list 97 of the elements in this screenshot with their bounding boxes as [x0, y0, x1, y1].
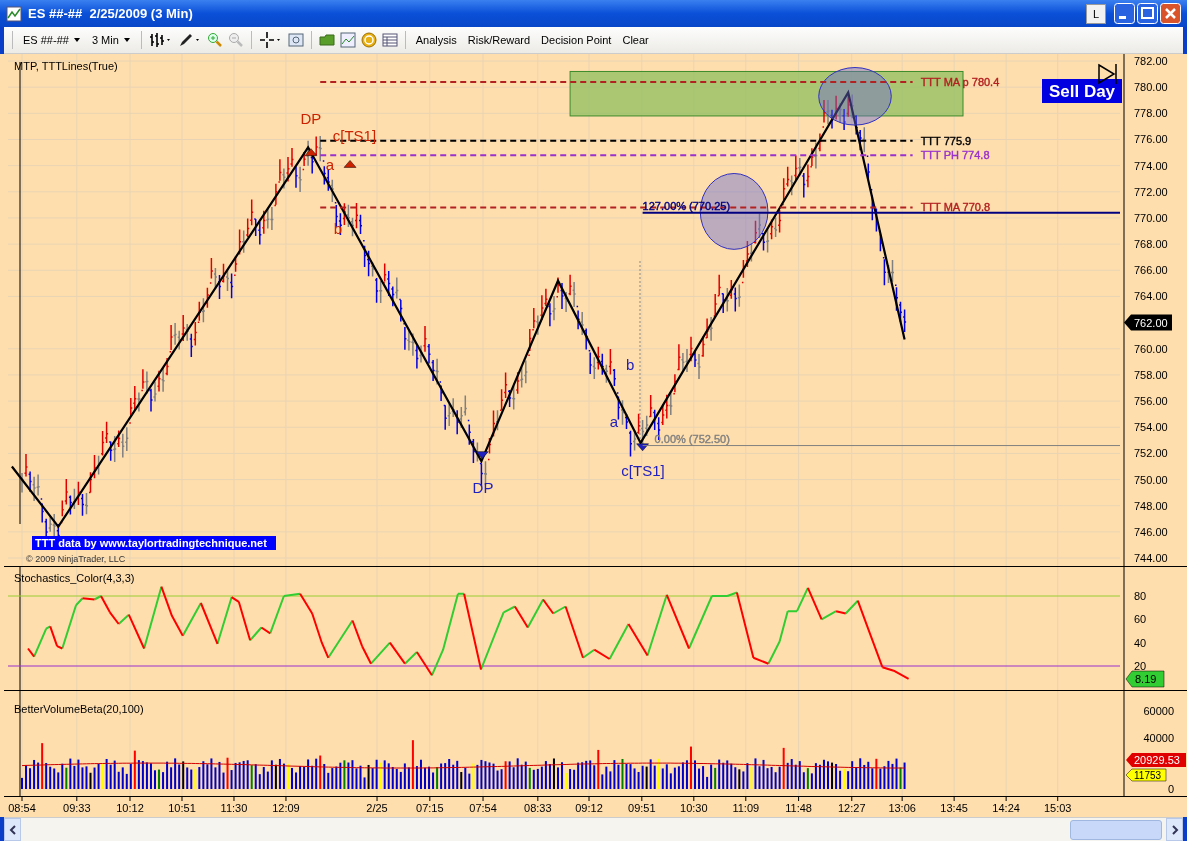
toolbar-menu-item[interactable]: Risk/Reward — [464, 34, 534, 47]
price-axis-label: 764.00 — [1134, 290, 1168, 303]
scroll-thumb[interactable] — [1070, 820, 1162, 840]
properties-icon[interactable] — [287, 32, 304, 49]
price-axis-label: 750.00 — [1134, 473, 1168, 486]
price-axis-label: 774.00 — [1134, 159, 1168, 172]
window-title: ES ##-## 2/25/2009 (3 Min) — [28, 6, 193, 22]
panel-label: MTP, TTTLines(True) — [14, 60, 118, 72]
stochastic-axis-label: 40 — [1134, 636, 1147, 649]
credit-badge: TTT data by www.taylortradingtechnique.net — [32, 536, 276, 550]
skip-to-end-icon[interactable] — [1098, 63, 1117, 85]
table-icon[interactable] — [381, 32, 398, 49]
level-label: TTT 775.9 — [920, 134, 972, 147]
time-axis-label: 07:15 — [416, 802, 444, 814]
triangle-marker — [636, 443, 649, 452]
stochastic-axis-label: 20 — [1134, 660, 1147, 672]
pattern-label: c[TS1] — [621, 461, 665, 479]
time-axis-label: 15:03 — [1043, 802, 1072, 814]
toolbar-menu-item[interactable]: Analysis — [412, 34, 460, 47]
time-axis-label: 09:51 — [628, 802, 656, 814]
price-axis-label: 748.00 — [1134, 499, 1168, 512]
time-axis-label: 13:45 — [940, 802, 968, 814]
level-label: TTT MA 770.8 — [920, 201, 991, 214]
last-volume-tag: 11753 — [1125, 768, 1167, 782]
time-axis-label: 09:33 — [63, 802, 91, 814]
toolbar-menu-item[interactable]: Clear — [619, 34, 652, 47]
time-axis-label: 12:27 — [838, 802, 866, 814]
level-label: TTT PH 774.8 — [920, 149, 990, 162]
chart-icon[interactable] — [339, 32, 356, 49]
price-axis-label: 768.00 — [1134, 238, 1168, 251]
time-axis-label: 11:09 — [732, 802, 760, 814]
pattern-label: a — [325, 155, 335, 173]
price-axis-label: 758.00 — [1134, 368, 1168, 381]
coin-icon[interactable] — [360, 32, 377, 49]
last-price-tag: 762.00 — [1124, 314, 1172, 331]
triangle-marker — [304, 148, 318, 156]
triangle-marker — [476, 451, 489, 459]
time-axis-label: 13:06 — [888, 802, 916, 814]
panel-label: Stochastics_Color(4,3,3) — [14, 572, 135, 584]
folder-icon[interactable] — [318, 32, 335, 49]
link-button[interactable]: L — [1086, 3, 1106, 24]
time-axis-label: 14:24 — [992, 802, 1020, 814]
triangle-marker — [343, 160, 357, 168]
price-axis-label: 776.00 — [1134, 133, 1168, 146]
stochastic-axis-label: 80 — [1134, 590, 1147, 602]
price-axis-label: 782.00 — [1134, 55, 1168, 67]
level-label: TTT MA p 780.4 — [920, 75, 1000, 88]
pattern-label: b — [625, 355, 635, 373]
volume-axis-label: 0 — [1167, 783, 1174, 795]
price-axis-label: 752.00 — [1134, 447, 1168, 460]
time-axis-label: 07:54 — [469, 802, 497, 814]
price-axis-label: 780.00 — [1134, 81, 1168, 94]
minimize-icon[interactable] — [1114, 3, 1135, 25]
scroll-right-button[interactable] — [1166, 818, 1183, 841]
panel-label: BetterVolumeBeta(20,100) — [14, 703, 144, 715]
fib-label: 0.00% (752.50) — [654, 432, 730, 445]
zoom-in-icon[interactable] — [206, 32, 223, 49]
time-axis-label: 09:12 — [575, 802, 603, 814]
stochastic-reading-tag: 8.19 — [1125, 670, 1165, 688]
stochastic-axis-label: 60 — [1134, 613, 1147, 626]
pattern-label: c[TS1] — [332, 126, 377, 144]
time-axis-label: 10:30 — [680, 802, 708, 814]
copyright-text: © 2009 NinjaTrader, LLC — [26, 554, 126, 564]
time-axis-label: 11:30 — [220, 802, 248, 814]
price-axis-label: 756.00 — [1134, 395, 1168, 408]
bar-style-icon[interactable] — [148, 32, 173, 49]
time-axis-label: 2/25 — [366, 802, 388, 814]
sell-day-badge: Sell Day — [1042, 79, 1122, 103]
chart-app-icon — [6, 5, 22, 22]
volume-axis-label: 40000 — [1143, 732, 1174, 744]
volume-axis-label: 60000 — [1143, 705, 1174, 717]
instrument-dropdown[interactable]: ES ##-## — [20, 34, 84, 47]
price-axis-label: 754.00 — [1134, 421, 1168, 434]
time-axis-label: 12:09 — [272, 802, 300, 814]
pencil-icon[interactable] — [177, 32, 202, 49]
close-icon[interactable] — [1160, 3, 1181, 25]
time-axis-label: 10:51 — [168, 802, 196, 814]
price-axis-label: 766.00 — [1134, 264, 1168, 277]
price-axis-label: 760.00 — [1134, 342, 1168, 355]
pattern-label: a — [609, 413, 619, 431]
time-axis-label: 08:54 — [8, 802, 36, 814]
price-axis-label: 744.00 — [1134, 552, 1168, 565]
crosshair-icon[interactable] — [258, 32, 283, 49]
price-axis-label: 746.00 — [1134, 525, 1168, 538]
scroll-left-button[interactable] — [4, 818, 21, 841]
average-volume-tag: 20929.53 — [1126, 753, 1186, 767]
time-axis-label: 08:33 — [524, 802, 552, 814]
price-axis-label: 770.00 — [1134, 211, 1168, 224]
pattern-label: DP — [300, 109, 322, 127]
time-axis-label: 11:48 — [785, 802, 812, 814]
maximize-icon[interactable] — [1137, 3, 1158, 25]
price-axis-label: 778.00 — [1134, 107, 1168, 120]
price-axis-label: 772.00 — [1134, 185, 1168, 198]
toolbar-menu-item[interactable]: Decision Point — [538, 34, 615, 47]
pattern-label: DP — [472, 478, 494, 496]
time-axis-label: 10:12 — [116, 802, 144, 814]
interval-dropdown[interactable]: 3 Min — [88, 34, 134, 47]
